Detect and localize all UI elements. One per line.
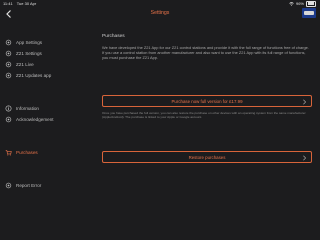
info-icon [5,105,12,112]
purchase-description: We have developed the Z21 App for our Z2… [102,45,309,61]
wifi-icon [289,1,294,6]
status-date: Tue 30 Apr [16,1,37,6]
sidebar-item-label: App Settings [16,40,43,45]
purchase-full-version-button[interactable]: Purchase now full version for £17.99 [102,95,312,107]
chevron-right-icon [303,99,307,105]
sidebar-item-information[interactable]: Information [5,104,39,113]
nav-bar: Settings [0,7,320,23]
section-title: Purchases [102,34,125,39]
sidebar-item-app-settings[interactable]: App Settings [5,38,42,47]
sidebar-item-label: Z21 Updates app [16,73,52,78]
battery-icon [306,0,316,7]
sidebar-item-label: Information [16,106,39,111]
sidebar-item-label: Z21 Live [16,62,34,67]
sidebar-item-label: Z21 Settings [16,51,42,56]
gear-icon [5,50,12,57]
purchase-button-label: Purchase now full version for £17.99 [171,98,243,104]
restore-button-label: Restore purchases [188,154,226,160]
gear-icon [5,72,12,79]
sidebar-item-z21-settings[interactable]: Z21 Settings [5,49,42,58]
sidebar-item-purchases[interactable]: Purchases [5,148,38,157]
sidebar-item-label: Acknowledgement [16,117,54,122]
sidebar-item-z21-updates[interactable]: Z21 Updates app [5,71,51,80]
gear-icon [5,61,12,68]
page-title: Settings [150,10,170,16]
sidebar-item-label: Purchases [16,150,38,155]
sidebar-item-acknowledgement[interactable]: Acknowledgement [5,115,54,124]
status-time: 11:41 [3,1,13,6]
chevron-right-icon [303,155,307,161]
sidebar-item-label: Report Error [16,183,42,188]
gear-icon [5,182,12,189]
battery-percent: 96% [295,1,304,6]
sidebar-item-z21-live[interactable]: Z21 Live [5,60,34,69]
cart-icon [5,150,12,156]
gear-icon [5,116,12,123]
sidebar-item-report-error[interactable]: Report Error [5,181,41,190]
restore-note: Once you have purchased the full version… [102,111,306,120]
battery-fill [307,2,315,5]
status-bar: 11:41 Tue 30 Apr 96% [0,0,320,7]
restore-purchases-button[interactable]: Restore purchases [102,151,312,163]
gear-icon [5,39,12,46]
